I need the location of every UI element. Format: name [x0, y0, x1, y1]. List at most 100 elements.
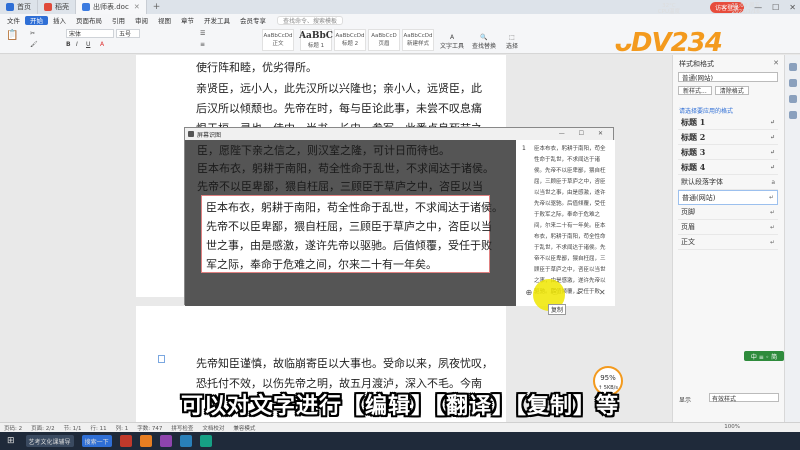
side-toolbar — [784, 55, 800, 422]
format-painter-icon[interactable]: 🖌 — [30, 41, 38, 48]
clock[interactable]: 15:08 周五 2021/1/16 — [731, 3, 760, 15]
style-new[interactable]: AaBbCcDd 新建样式 — [402, 29, 434, 51]
find-replace-button[interactable]: 🔍 查找替换 — [472, 34, 496, 50]
close-tab-icon[interactable]: ✕ — [134, 3, 140, 11]
current-style-select[interactable]: 普通(网站) — [678, 72, 778, 82]
style-list-item[interactable]: 标题 4 ↵ — [678, 160, 778, 175]
ocr-result-text[interactable]: 臣本布衣，躬耕于南阳，苟全性命于乱世，不求闻达于诸侯。先帝不以臣卑鄙，猥自枉屈，… — [534, 144, 610, 298]
app-icon[interactable] — [199, 435, 212, 447]
menu-member[interactable]: 会员专享 — [235, 14, 271, 26]
paragraph-marker-icon — [158, 355, 165, 363]
menu-references[interactable]: 引用 — [107, 14, 130, 26]
menu-view[interactable]: 视图 — [153, 14, 176, 26]
close-icon[interactable]: ✕ — [599, 288, 606, 297]
text-tools-button[interactable]: A 文字工具 — [440, 34, 464, 50]
bold-icon[interactable]: B — [66, 41, 71, 48]
status-proofread[interactable]: 文档校对 — [202, 424, 224, 432]
select-button[interactable]: ⬚ 选择 — [506, 34, 518, 50]
style-list-item[interactable]: 页脚 ↵ — [678, 205, 778, 220]
style-preview: AaBbC — [299, 31, 333, 41]
close-icon[interactable]: ✕ — [789, 3, 796, 12]
percent-value: 95% — [600, 374, 616, 382]
underline-icon[interactable]: U — [86, 41, 90, 48]
side-tool-icon[interactable] — [788, 79, 797, 87]
doc-icon — [82, 3, 90, 11]
selection-region[interactable]: 臣本布衣，躬耕于南阳，苟全性命于乱世，不求闻达于诸侯。 先帝不以臣卑鄙，猥自枉屈… — [201, 195, 503, 273]
style-heading2[interactable]: AaBbCcDd 标题 2 — [334, 29, 366, 51]
font-color-icon[interactable]: A — [100, 41, 104, 48]
app-icon[interactable] — [179, 435, 192, 447]
style-header[interactable]: AaBbCcD 页眉 — [368, 29, 400, 51]
command-search[interactable]: 查找命令、搜索模板 — [277, 15, 344, 25]
background-line: 臣本布衣，躬耕于南阳，苟全性命于乱世，不求闻达于诸侯。 — [197, 162, 494, 175]
menu-bar: 文件 开始 插入 页面布局 引用 审阅 视图 章节 开发工具 会员专享 查找命令… — [0, 14, 800, 26]
menu-developer[interactable]: 开发工具 — [199, 14, 235, 26]
menu-insert[interactable]: 插入 — [48, 14, 71, 26]
copy-tooltip: 复制 — [548, 304, 567, 315]
status-spellcheck[interactable]: 拼写检查 — [171, 424, 193, 432]
download-icon[interactable]: ⤓ — [576, 287, 580, 297]
tab-document[interactable]: 出师表.doc ✕ — [76, 0, 147, 14]
add-tab-icon[interactable]: + — [147, 2, 167, 12]
start-icon[interactable]: ⊞ — [4, 435, 18, 447]
input-method-bar[interactable]: 中 ≡ ◦ 简 — [744, 351, 784, 361]
clear-format-button[interactable]: 清除格式 — [714, 86, 749, 95]
font-size-select[interactable]: 五号 — [116, 29, 140, 38]
return-icon: a — [771, 178, 775, 186]
page-line: 后汉所以倾颓也。先帝在时，每与臣论此事，未尝不叹息痛 — [196, 102, 482, 115]
styles-panel: 样式和格式 ✕ 普通(网站) 新样式... 清除格式 请选择要应用的格式 标题 … — [672, 55, 784, 422]
dialog-app-icon — [188, 131, 194, 137]
taskbar-search[interactable]: 搜索一下 — [81, 435, 112, 447]
selected-line: 先帝不以臣卑鄙，猥自枉屈，三顾臣于草庐之中，咨臣以当 — [206, 220, 492, 233]
style-list-item[interactable]: 标题 1 ↵ — [678, 115, 778, 130]
style-list-item[interactable]: 普通(网站) ↵ — [678, 190, 778, 205]
style-list: 标题 1 ↵ 标题 2 ↵ 标题 3 ↵ 标题 4 ↵ 默认段落字体 a 普通(网站) ↵ … — [678, 115, 778, 250]
tab-home[interactable]: 首页 — [0, 0, 38, 14]
style-list-item[interactable]: 标题 2 ↵ — [678, 130, 778, 145]
text-tools-label: 文字工具 — [440, 43, 465, 50]
status-page[interactable]: 页码: 2 — [4, 424, 22, 432]
font-name-select[interactable]: 宋体 — [66, 29, 114, 38]
paste-icon[interactable]: 📋 — [6, 30, 18, 41]
italic-icon[interactable]: I — [76, 41, 78, 48]
styles-panel-title: 样式和格式 — [679, 60, 714, 68]
style-item-label: 标题 3 — [681, 146, 706, 157]
dialog-window-controls[interactable]: — ☐ ✕ — [559, 130, 609, 137]
style-list-item[interactable]: 默认段落字体 a — [678, 175, 778, 190]
return-icon: ↵ — [769, 133, 775, 141]
taskbar-item[interactable]: 艺考文化课辅导 — [25, 435, 74, 447]
side-tool-icon[interactable] — [788, 111, 797, 119]
tab-wps[interactable]: 稻壳 — [38, 0, 76, 14]
style-item-label: 页眉 — [681, 223, 695, 231]
menu-review[interactable]: 审阅 — [130, 14, 153, 26]
return-icon: ↵ — [769, 223, 775, 231]
panel-close-icon[interactable]: ✕ — [773, 59, 779, 67]
ocr-result-pane[interactable]: 1 臣本布衣，躬耕于南阳，苟全性命于乱世，不求闻达于诸侯。先帝不以臣卑鄙，猥自枉… — [516, 140, 615, 306]
app-icon[interactable] — [139, 435, 152, 447]
align-icon[interactable]: ≡ — [200, 41, 205, 48]
side-tool-icon[interactable] — [788, 95, 797, 103]
menu-start[interactable]: 开始 — [25, 15, 48, 25]
translate-icon[interactable]: ⊕ — [525, 288, 532, 297]
status-pages[interactable]: 页面: 2/2 — [31, 424, 54, 432]
new-style-button[interactable]: 新样式... — [678, 86, 712, 95]
status-wordcount[interactable]: 字数: 747 — [137, 424, 162, 432]
style-heading1[interactable]: AaBbC 标题 1 — [299, 29, 333, 51]
status-column: 列: 1 — [115, 425, 129, 432]
style-list-item[interactable]: 页眉 ↵ — [678, 220, 778, 235]
app-icon[interactable] — [159, 435, 172, 447]
style-list-item[interactable]: 标题 3 ↵ — [678, 145, 778, 160]
list-icon[interactable]: ☰ — [200, 30, 205, 37]
style-list-item[interactable]: 正文 ↵ — [678, 235, 778, 250]
cpu-temp: 32°C CPU温度 — [658, 3, 680, 15]
style-buttons: 新样式... 清除格式 — [678, 86, 749, 95]
menu-file[interactable]: 文件 — [2, 14, 25, 26]
cut-icon[interactable]: ✂ — [30, 30, 35, 37]
app-icon[interactable] — [119, 435, 132, 447]
maximize-icon[interactable]: ☐ — [772, 3, 779, 12]
style-normal[interactable]: AaBbCcDd 正文 — [262, 29, 294, 51]
zoom-level[interactable]: 100% — [724, 424, 740, 430]
menu-chapter[interactable]: 章节 — [176, 14, 199, 26]
side-tool-icon[interactable] — [788, 63, 797, 71]
menu-page-layout[interactable]: 页面布局 — [71, 14, 107, 26]
